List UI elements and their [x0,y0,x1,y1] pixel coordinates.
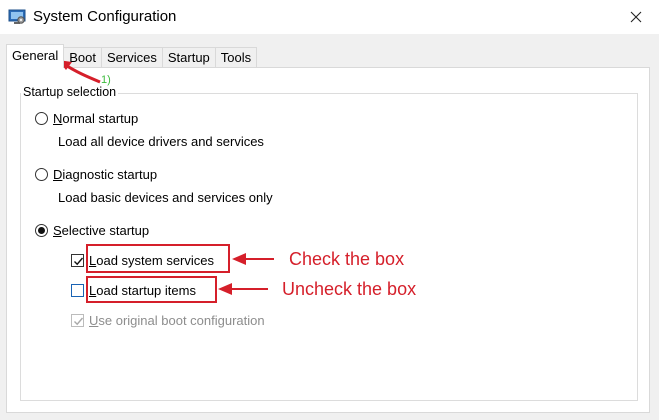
load-startup-items-box[interactable] [71,284,84,297]
use-original-boot-config-box [71,314,84,327]
uncheck-annotation-box [86,276,217,303]
normal-startup-radio[interactable]: Normal startup [35,111,138,126]
diagnostic-startup-description: Load basic devices and services only [58,190,273,205]
tab-boot[interactable]: Boot [63,47,102,68]
tab-startup[interactable]: Startup [161,47,216,68]
diagnostic-startup-label: Diagnostic startup [53,167,158,182]
check-annotation-box [86,244,230,273]
diagnostic-startup-radio-circle[interactable] [35,168,48,181]
radio-selected-dot [38,227,45,234]
startup-selection-label: Startup selection [21,85,119,99]
tab-tools[interactable]: Tools [214,47,258,68]
check-the-box-annotation: Check the box [289,249,405,269]
use-original-boot-config-checkbox: Use original boot configuration [71,313,265,328]
normal-startup-label: Normal startup [53,111,139,126]
selective-startup-radio[interactable]: Selective startup [35,223,149,238]
use-original-boot-config-label: Use original boot configuration [89,313,265,328]
step-one-annotation: 1) [101,74,111,86]
tab-general[interactable]: General [6,44,65,68]
checkmark-icon [74,317,84,326]
selective-startup-label: Selective startup [53,223,150,238]
window-title: System Configuration [33,8,177,25]
load-system-services-box[interactable] [71,254,84,267]
title-bar: System Configuration [0,0,659,34]
close-button[interactable] [613,0,659,34]
selective-startup-radio-circle[interactable] [35,224,48,237]
normal-startup-radio-circle[interactable] [35,112,48,125]
checkmark-icon [74,257,84,266]
tab-services[interactable]: Services [101,47,163,68]
close-icon [630,11,642,23]
system-config-icon [8,8,26,26]
uncheck-the-box-annotation: Uncheck the box [282,279,417,299]
dialog-body: General Boot Services Startup Tools Star… [0,34,659,420]
normal-startup-description: Load all device drivers and services [58,134,264,149]
diagnostic-startup-radio[interactable]: Diagnostic startup [35,167,157,182]
general-tab-panel: Startup selection Normal startup Load al… [6,67,650,413]
tab-strip: General Boot Services Startup Tools [6,44,258,68]
